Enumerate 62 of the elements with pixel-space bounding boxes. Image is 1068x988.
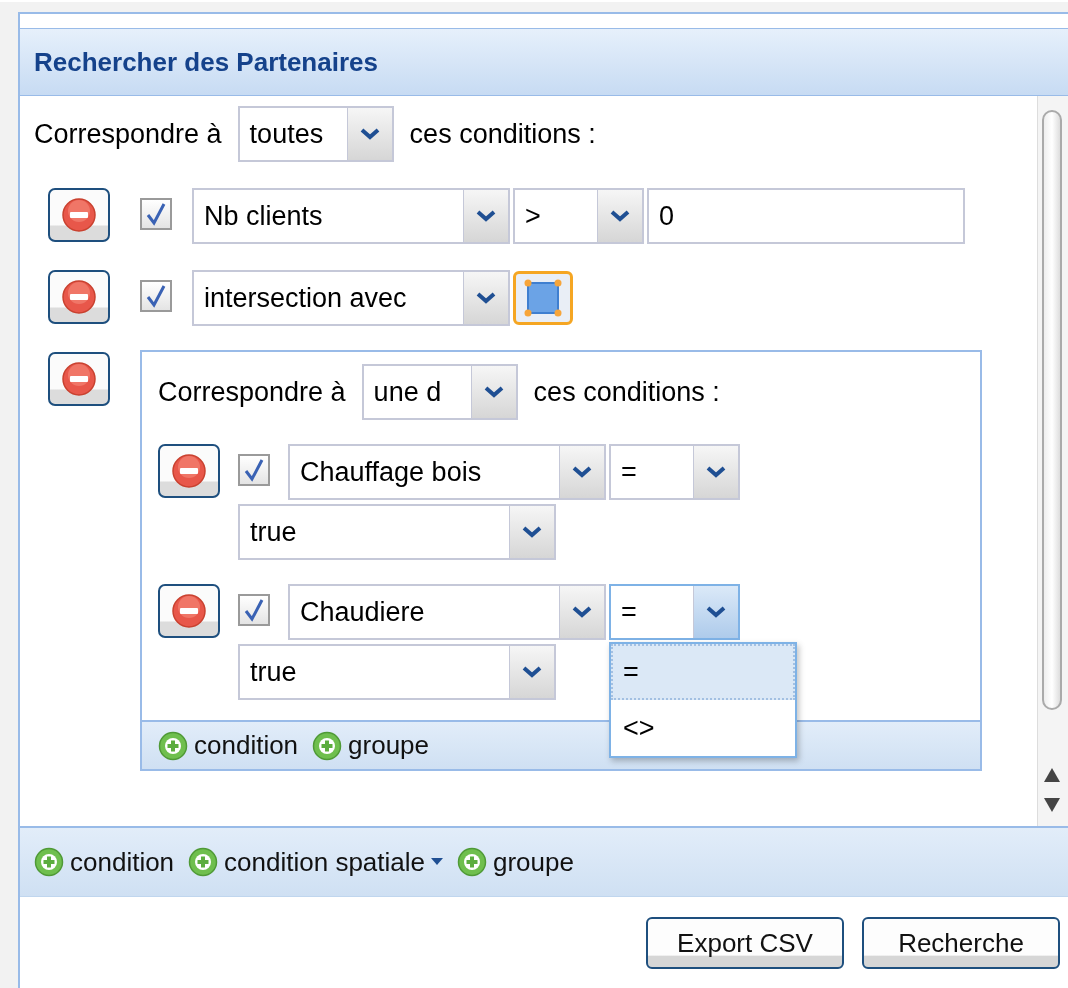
scroll-up-icon[interactable]: [1044, 768, 1060, 782]
plus-circle-icon: [312, 730, 343, 761]
add-button[interactable]: condition: [158, 730, 299, 761]
dropdown-option[interactable]: =: [611, 644, 795, 700]
remove-button[interactable]: [48, 352, 110, 406]
chevron-icon: [706, 606, 726, 618]
chevron-icon: [572, 466, 592, 478]
minus-circle-icon: [61, 197, 97, 233]
chevron-icon: [706, 466, 726, 478]
footer-button[interactable]: Recherche: [862, 917, 1060, 969]
add-button[interactable]: condition spatiale: [188, 846, 443, 878]
footer-button[interactable]: Export CSV: [646, 917, 844, 969]
chevron-icon: [483, 386, 504, 398]
value-field[interactable]: 0: [647, 188, 965, 244]
chevron-icon: [476, 292, 496, 304]
field-dropdown[interactable]: Chauffage bois: [288, 444, 606, 500]
plus-circle-icon: [158, 730, 188, 761]
checkbox[interactable]: [238, 454, 270, 486]
checkbox[interactable]: [140, 198, 172, 230]
checkbox[interactable]: [140, 280, 172, 312]
remove-button[interactable]: [158, 444, 220, 498]
value-dropdown[interactable]: true: [238, 644, 556, 700]
plus-circle-icon: [34, 847, 64, 877]
operator-dropdown[interactable]: =: [609, 444, 740, 500]
chevron-icon: [522, 666, 542, 678]
plus-circle-icon: [457, 847, 487, 877]
dropdown-option[interactable]: <>: [611, 700, 795, 756]
checkbox[interactable]: [238, 594, 270, 626]
chevron-icon: [476, 210, 496, 222]
spatial-dropdown[interactable]: intersection avec: [192, 270, 510, 326]
remove-button[interactable]: [48, 270, 110, 324]
plus-circle-icon: [188, 847, 219, 877]
caret-icon: [431, 858, 443, 866]
field-dropdown[interactable]: Chaudiere: [288, 584, 606, 640]
match-dropdown[interactable]: toutes: [237, 106, 394, 162]
match-label: ces conditions :: [533, 376, 720, 408]
chevron-icon: [610, 210, 630, 222]
remove-button[interactable]: [48, 188, 110, 242]
minus-circle-icon: [171, 593, 207, 629]
polygon-icon: [522, 277, 564, 319]
field-dropdown[interactable]: Nb clients: [192, 188, 510, 244]
match-label: Correspondre à: [158, 376, 346, 408]
operator-dropdown[interactable]: =: [609, 584, 740, 640]
minus-circle-icon: [61, 279, 97, 315]
remove-button[interactable]: [158, 584, 220, 638]
chevron-icon: [522, 526, 542, 538]
scroll-down-icon[interactable]: [1044, 798, 1060, 812]
match-dropdown[interactable]: une d: [361, 364, 518, 420]
match-label: Correspondre à: [34, 118, 222, 150]
operator-dropdown[interactable]: >: [513, 188, 644, 244]
match-label: ces conditions :: [409, 118, 596, 150]
chevron-icon: [359, 128, 380, 140]
panel-title: Rechercher des Partenaires: [34, 46, 378, 78]
value-dropdown[interactable]: true: [238, 504, 556, 560]
scrollbar[interactable]: [1037, 96, 1068, 826]
minus-circle-icon: [171, 453, 207, 489]
draw-polygon-button[interactable]: [513, 271, 573, 325]
add-button[interactable]: groupe: [457, 846, 574, 878]
add-button[interactable]: condition: [34, 846, 175, 878]
chevron-icon: [572, 606, 592, 618]
add-button[interactable]: groupe: [312, 730, 430, 761]
minus-circle-icon: [61, 361, 97, 397]
